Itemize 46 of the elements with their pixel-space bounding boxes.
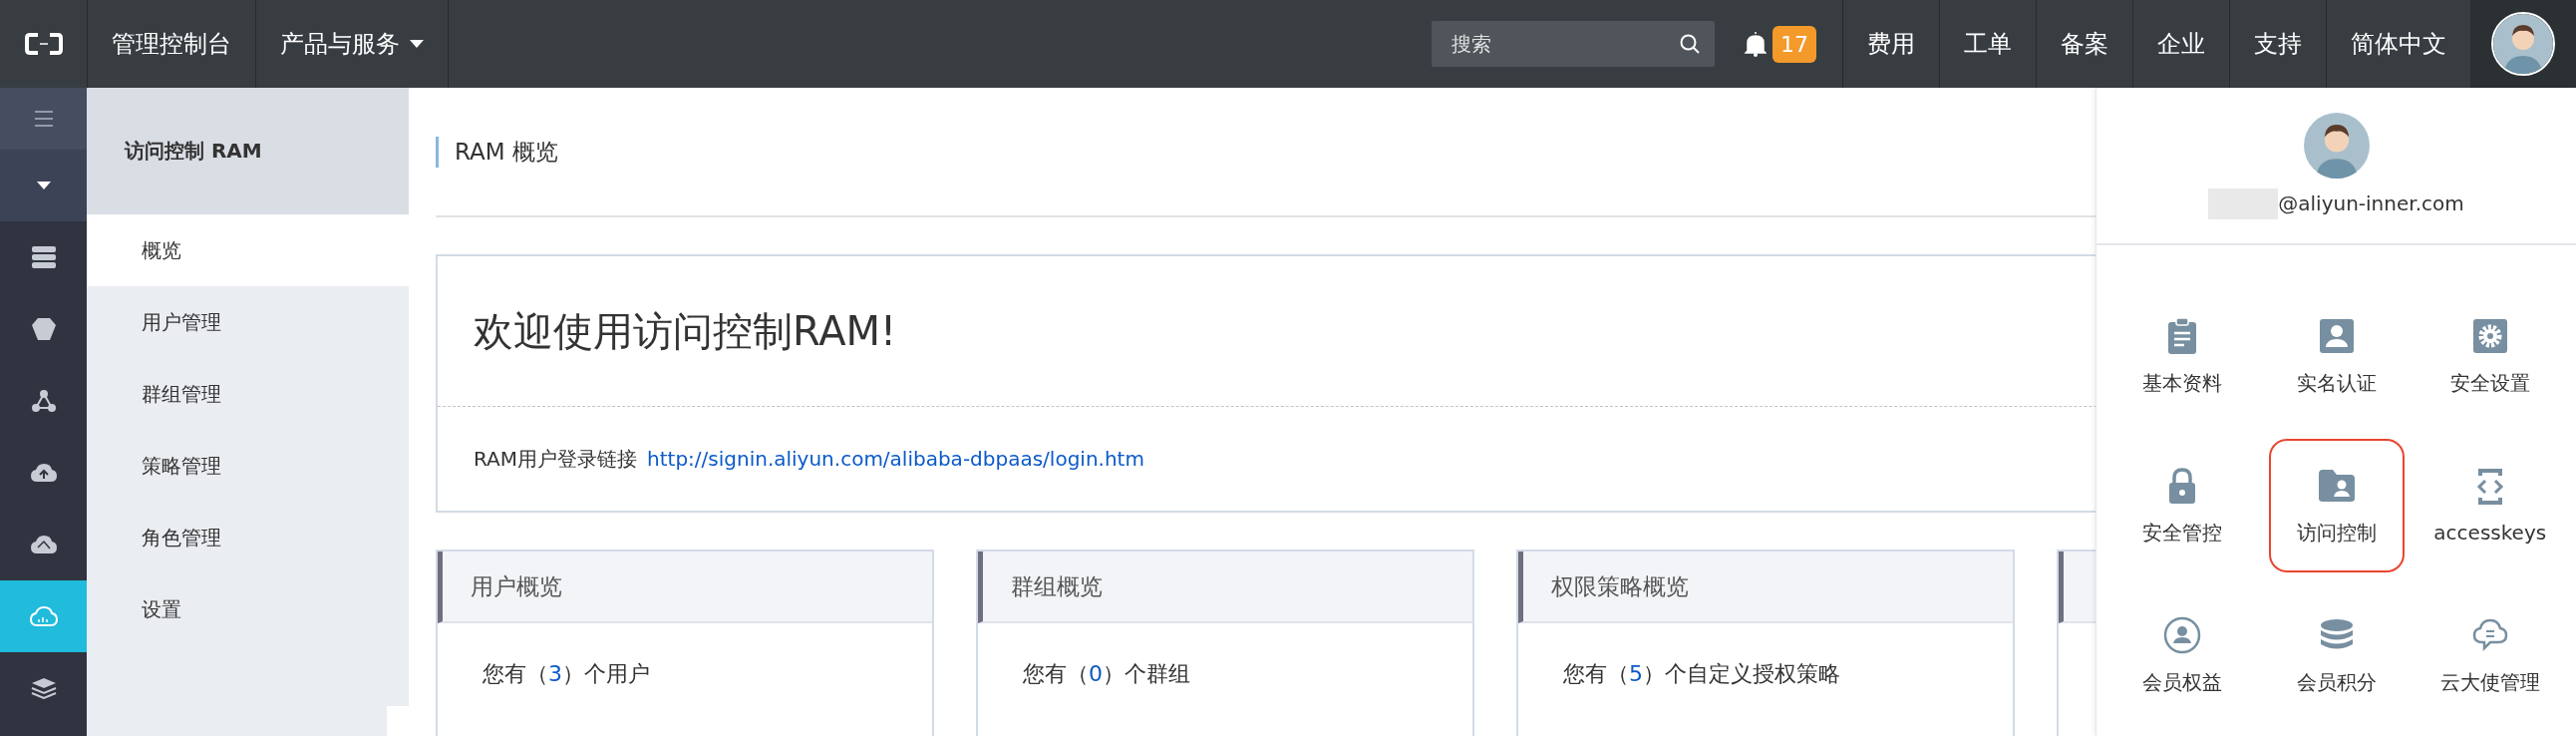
user-menu-item[interactable]: 会员权益 xyxy=(2114,588,2251,722)
user-email: @aliyun-inner.com xyxy=(2278,191,2464,215)
search-field[interactable]: 搜索 xyxy=(1432,21,1715,67)
user-menu-item[interactable]: 安全设置 xyxy=(2421,289,2558,423)
submenu-title: 访问控制 RAM xyxy=(125,138,262,165)
card-summary: 您有（3）个用户 xyxy=(483,661,650,686)
card-title: 用户概览 xyxy=(471,571,562,601)
user-menu-item[interactable]: accesskeys xyxy=(2421,439,2558,572)
submenu-item[interactable]: 群组管理 xyxy=(87,358,409,430)
welcome-title: 欢迎使用访问控制RAM! xyxy=(474,306,897,356)
user-menu-item[interactable]: 会员积分 xyxy=(2268,588,2405,722)
caret-icon xyxy=(410,40,424,48)
submenu-item[interactable]: 设置 xyxy=(87,573,409,645)
user-menu-item[interactable]: 安全管控 xyxy=(2114,439,2251,572)
person-circle-icon xyxy=(2162,614,2203,655)
nav-link[interactable]: 工单 xyxy=(1939,0,2036,88)
user-menu-item[interactable]: 基本资料 xyxy=(2114,289,2251,423)
submenu-item[interactable]: 策略管理 xyxy=(87,430,409,502)
nodes-icon xyxy=(30,389,57,413)
menu-icon xyxy=(33,110,54,128)
avatar-icon[interactable] xyxy=(2491,12,2555,76)
user-menu-item[interactable]: 访问控制 xyxy=(2268,439,2405,572)
submenu-item[interactable]: 角色管理 xyxy=(87,502,409,573)
cloud-icon xyxy=(29,534,58,555)
card-title: 群组概览 xyxy=(1011,571,1103,601)
card-title: 权限策略概览 xyxy=(1551,571,1689,601)
cloud-upload-icon xyxy=(29,462,58,484)
avatar-icon xyxy=(2303,112,2370,179)
login-link-label: RAM用户登录链接 xyxy=(474,445,638,473)
hexagon-icon xyxy=(30,317,57,341)
submenu-item[interactable]: 用户管理 xyxy=(87,286,409,358)
server-icon xyxy=(30,245,57,269)
login-link[interactable]: http://signin.aliyun.com/alibaba-dbpaas/login.htm xyxy=(647,447,1144,471)
search-icon[interactable] xyxy=(1679,33,1701,55)
card-summary: 您有（5）个自定义授权策略 xyxy=(1563,661,1840,686)
user-menu-item[interactable]: 云大使管理 xyxy=(2421,588,2558,722)
card-summary: 您有（0）个群组 xyxy=(1023,661,1190,686)
layers-icon xyxy=(30,677,57,699)
nav-link[interactable]: 费用 xyxy=(1842,0,1939,88)
caret-icon xyxy=(36,182,51,189)
cloud-icon xyxy=(28,605,59,627)
page-title: RAM 概览 xyxy=(436,136,558,168)
submenu-item[interactable]: 概览 xyxy=(87,214,409,286)
notification-badge: 17 xyxy=(1772,25,1816,63)
user-menu-item[interactable]: 实名认证 xyxy=(2268,289,2405,423)
bell-icon[interactable] xyxy=(1745,31,1767,57)
